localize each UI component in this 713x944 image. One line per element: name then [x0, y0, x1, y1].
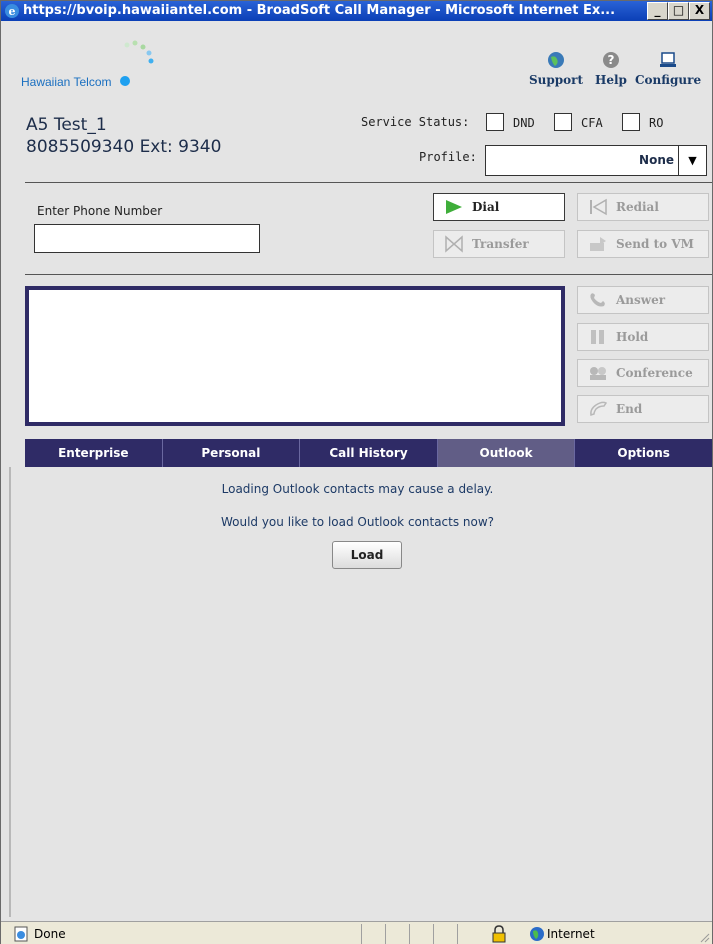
help-icon: ?: [602, 52, 619, 68]
hold-label: Hold: [616, 330, 649, 344]
dnd-label: DND: [513, 116, 535, 130]
profile-select[interactable]: None ▼: [485, 145, 707, 176]
conference-icon: [590, 367, 606, 380]
zone-label: Internet: [547, 927, 595, 941]
conference-label: Conference: [616, 366, 693, 380]
answer-button[interactable]: Answer: [577, 286, 709, 314]
redial-button[interactable]: Redial: [577, 193, 709, 221]
cfa-checkbox[interactable]: [554, 113, 572, 131]
cfa-label: CFA: [581, 116, 603, 130]
send-to-vm-label: Send to VM: [616, 237, 694, 251]
redial-label: Redial: [616, 200, 659, 214]
svg-text:?: ?: [607, 53, 614, 67]
chevron-down-icon[interactable]: ▼: [678, 146, 706, 175]
ie-icon: e: [5, 4, 19, 18]
minimize-button[interactable]: _: [647, 2, 668, 20]
conference-button[interactable]: Conference: [577, 359, 709, 387]
pause-icon: [591, 330, 604, 344]
logo-dot-icon: [120, 76, 130, 86]
outlook-delay-message: Loading Outlook contacts may cause a del…: [221, 482, 494, 496]
profile-value: None: [639, 153, 674, 167]
divider: [25, 274, 712, 275]
transfer-icon: [445, 235, 463, 253]
svg-text:e: e: [9, 5, 16, 18]
configure-link[interactable]: Configure: [635, 51, 701, 87]
end-label: End: [616, 402, 643, 416]
dial-button[interactable]: Dial: [433, 193, 565, 221]
dnd-checkbox[interactable]: [486, 113, 504, 131]
help-link[interactable]: ? Help: [595, 51, 627, 87]
answer-label: Answer: [616, 293, 666, 307]
tab-options[interactable]: Options: [575, 439, 712, 467]
tab-personal[interactable]: Personal: [163, 439, 301, 467]
profile-label: Profile:: [419, 150, 477, 164]
status-cell: [433, 924, 453, 944]
page-done-icon: [14, 926, 28, 942]
divider: [25, 182, 712, 183]
transfer-button[interactable]: Transfer: [433, 230, 565, 258]
status-cell: [409, 924, 429, 944]
tab-outlook[interactable]: Outlook: [437, 439, 576, 467]
dial-label: Dial: [472, 200, 500, 214]
send-to-vm-button[interactable]: Send to VM: [577, 230, 709, 258]
tab-call-history[interactable]: Call History: [300, 439, 438, 467]
service-status-label: Service Status:: [361, 115, 470, 129]
dial-arrow-icon: [446, 200, 462, 214]
browser-window: e https://bvoip.hawaiiantel.com - BroadS…: [0, 0, 713, 944]
load-button[interactable]: Load: [332, 541, 402, 569]
logo-text: Hawaiian Telcom: [21, 75, 112, 89]
status-text: Done: [34, 927, 66, 941]
phone-icon: [590, 293, 605, 307]
status-bar: Done Internet: [1, 921, 712, 944]
ro-checkbox[interactable]: [622, 113, 640, 131]
transfer-label: Transfer: [472, 237, 529, 251]
maximize-button[interactable]: □: [668, 2, 689, 20]
phone-number-input[interactable]: [34, 224, 260, 253]
ro-label: RO: [649, 116, 664, 130]
tab-enterprise[interactable]: Enterprise: [25, 439, 163, 467]
lock-icon: [492, 925, 506, 943]
call-display-pane: [25, 286, 565, 426]
globe-icon: [548, 52, 565, 68]
support-link[interactable]: Support: [529, 51, 583, 87]
status-cell: [457, 924, 477, 944]
redial-icon: [590, 198, 607, 216]
phone-number-label: Enter Phone Number: [37, 204, 163, 218]
tab-bar: Enterprise Personal Call History Outlook…: [25, 439, 712, 467]
hold-button[interactable]: Hold: [577, 323, 709, 351]
close-button[interactable]: X: [689, 2, 710, 20]
voicemail-icon: [590, 237, 606, 251]
window-title: https://bvoip.hawaiiantel.com - BroadSof…: [23, 3, 616, 18]
left-scroll-edge: [9, 467, 11, 917]
configure-label: Configure: [635, 73, 702, 87]
support-label: Support: [529, 73, 584, 87]
user-name: A5 Test_1: [26, 115, 107, 135]
internet-zone-icon: [530, 927, 544, 941]
monitor-icon: [660, 52, 677, 67]
status-cell: [361, 924, 381, 944]
handset-icon: [590, 401, 608, 416]
resize-grip-icon[interactable]: [698, 931, 710, 943]
status-cell: [385, 924, 405, 944]
user-extension: 8085509340 Ext: 9340: [26, 137, 222, 157]
help-label: Help: [595, 73, 627, 87]
title-bar[interactable]: e https://bvoip.hawaiiantel.com - BroadS…: [1, 1, 712, 21]
outlook-load-prompt: Would you like to load Outlook contacts …: [220, 515, 495, 529]
end-button[interactable]: End: [577, 395, 709, 423]
